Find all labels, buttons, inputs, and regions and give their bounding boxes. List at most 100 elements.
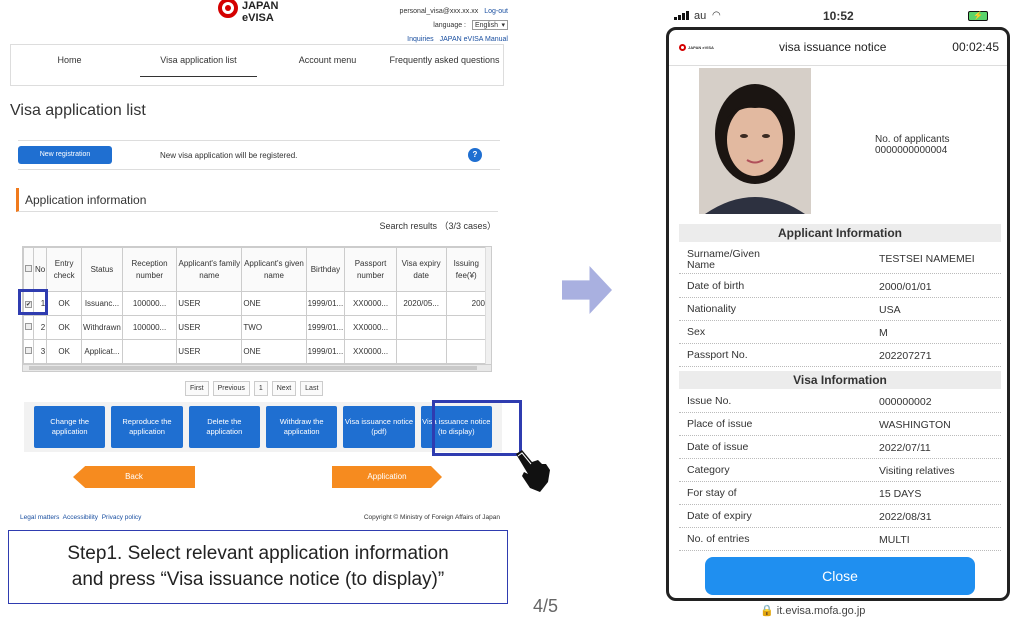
cell-no: 3 [32, 339, 48, 364]
cell-fee [445, 315, 487, 340]
clock: 10:52 [823, 9, 854, 23]
legal-link[interactable]: Legal matters [20, 514, 59, 521]
phone-screen: JAPAN eVISA visa issuance notice 00:02:4… [666, 27, 1010, 601]
info-value: USA [879, 304, 901, 316]
change-application-button[interactable]: Change the application [34, 406, 106, 448]
info-label: Surname/Given Name [687, 248, 760, 271]
signal-icon [674, 10, 689, 20]
battery-icon: ⚡ [968, 11, 988, 21]
action-bar: Change the application Reproduce the app… [24, 402, 502, 452]
row-checkbox[interactable] [25, 323, 32, 330]
registration-text: New visa application will be registered. [160, 150, 298, 160]
pager-next[interactable]: Next [271, 381, 297, 396]
cell-reception [121, 339, 178, 364]
withdraw-application-button[interactable]: Withdraw the application [265, 406, 338, 448]
url-text: it.evisa.mofa.go.jp [776, 605, 866, 617]
info-row: Date of expiry 2022/08/31 [679, 506, 1001, 528]
header-reception: Reception number [121, 247, 178, 292]
pagination: First Previous 1 Next Last [185, 381, 324, 396]
nav-faq[interactable]: Frequently asked questions [386, 45, 503, 85]
reproduce-application-button[interactable]: Reproduce the application [111, 406, 183, 448]
info-label: Nationality [687, 303, 737, 315]
cell-reception: 100000... [121, 315, 178, 340]
help-icon[interactable]: ? [468, 148, 482, 162]
nav-home[interactable]: Home [11, 45, 128, 85]
accessibility-link[interactable]: Accessibility [63, 514, 98, 521]
logo-line2: eVISA [242, 12, 274, 24]
delete-application-button[interactable]: Delete the application [188, 406, 260, 448]
applicant-photo [699, 68, 811, 214]
pointing-hand-icon [516, 450, 550, 492]
logout-link[interactable]: Log-out [484, 8, 508, 15]
scrollbar-thumb[interactable] [29, 366, 477, 370]
header-birthday: Birthday [305, 247, 346, 292]
info-label: Issue No. [687, 395, 732, 407]
cell-fee [445, 339, 487, 364]
info-value: M [879, 327, 888, 339]
no-of-applicants: No. of applicants 0000000000004 [875, 134, 950, 156]
nav-account-menu[interactable]: Account menu [269, 45, 386, 85]
info-label: Date of issue [687, 441, 749, 453]
header-fee: Issuing fee(¥) [445, 247, 487, 292]
cell-given: TWO [241, 315, 307, 340]
info-value: 2022/08/31 [879, 511, 932, 523]
pager-previous[interactable]: Previous [212, 381, 250, 396]
close-button[interactable]: Close [705, 557, 975, 595]
cell-birthday: 1999/01... [305, 315, 346, 340]
info-value: 202207271 [879, 350, 932, 362]
row-checkbox[interactable] [25, 347, 32, 354]
url-bar[interactable]: 🔒 it.evisa.mofa.go.jp [760, 604, 865, 617]
cell-expiry [395, 315, 447, 340]
table-row[interactable]: 3 OK Applicat... USER ONE 1999/01... XX0… [23, 339, 487, 364]
applicants-value: 0000000000004 [875, 145, 948, 156]
cell-fee: 200 [445, 291, 487, 316]
cell-passport: XX0000... [344, 291, 397, 316]
evisa-logo: JAPAN eVISA [218, 0, 278, 24]
pager-last[interactable]: Last [300, 381, 324, 396]
header-no: No [32, 247, 48, 292]
horizontal-scrollbar[interactable] [23, 364, 491, 371]
cell-family: USER [176, 291, 243, 316]
session-timer: 00:02:45 [952, 40, 999, 54]
inquiries-link[interactable]: Inquiries [407, 36, 433, 43]
info-row: Nationality USA [679, 299, 1001, 321]
table-row[interactable]: ✔ 1 OK Issuanc... 100000... USER ONE 199… [23, 291, 487, 316]
vertical-scrollbar[interactable] [485, 247, 491, 365]
info-row: Passport No. 202207271 [679, 345, 1001, 367]
info-row: Issue No. 000000002 [679, 391, 1001, 413]
privacy-link[interactable]: Privacy policy [102, 514, 142, 521]
table-row[interactable]: 2 OK Withdrawn 100000... USER TWO 1999/0… [23, 315, 487, 340]
cell-expiry: 2020/05... [395, 291, 447, 316]
cell-birthday: 1999/01... [305, 339, 346, 364]
info-value: Visiting relatives [879, 465, 955, 477]
info-value: 15 DAYS [879, 488, 922, 500]
visa-section-title: Visa Information [679, 371, 1001, 389]
language-label: language : [433, 21, 466, 29]
lock-icon: 🔒 [760, 605, 774, 617]
cell-expiry [395, 339, 447, 364]
cell-family: USER [176, 339, 243, 364]
pager-page[interactable]: 1 [253, 381, 268, 396]
select-all-checkbox[interactable] [25, 264, 32, 272]
step-line1: Step1. Select relevant application infor… [67, 543, 449, 564]
evisa-small-logo: JAPAN eVISA [679, 44, 719, 51]
carrier: au [694, 10, 707, 22]
info-row: Date of issue 2022/07/11 [679, 437, 1001, 459]
cell-status: Applicat... [81, 339, 123, 364]
application-button[interactable]: Application [332, 466, 442, 488]
cell-status: Withdrawn [81, 315, 123, 340]
cell-entry: OK [46, 315, 83, 340]
visa-notice-pdf-button[interactable]: Visa issuance notice (pdf) [343, 406, 415, 448]
desktop-screen: JAPAN eVISA personal_visa@xxx.xx.xx Log-… [0, 0, 550, 629]
new-registration-button[interactable]: New registration [18, 146, 112, 164]
info-label: Passport No. [687, 349, 748, 361]
chevron-down-icon: ▾ [501, 22, 505, 29]
manual-link[interactable]: JAPAN eVISA Manual [440, 36, 508, 43]
info-value: MULTI [879, 534, 910, 546]
back-button[interactable]: Back [73, 466, 195, 488]
cell-birthday: 1999/01... [305, 291, 346, 316]
nav-visa-application-list[interactable]: Visa application list [140, 45, 257, 77]
pager-first[interactable]: First [185, 381, 209, 396]
info-row: Surname/Given Name TESTSEI NAMEMEI [679, 244, 1001, 274]
language-select[interactable]: English ▾ [472, 20, 508, 30]
